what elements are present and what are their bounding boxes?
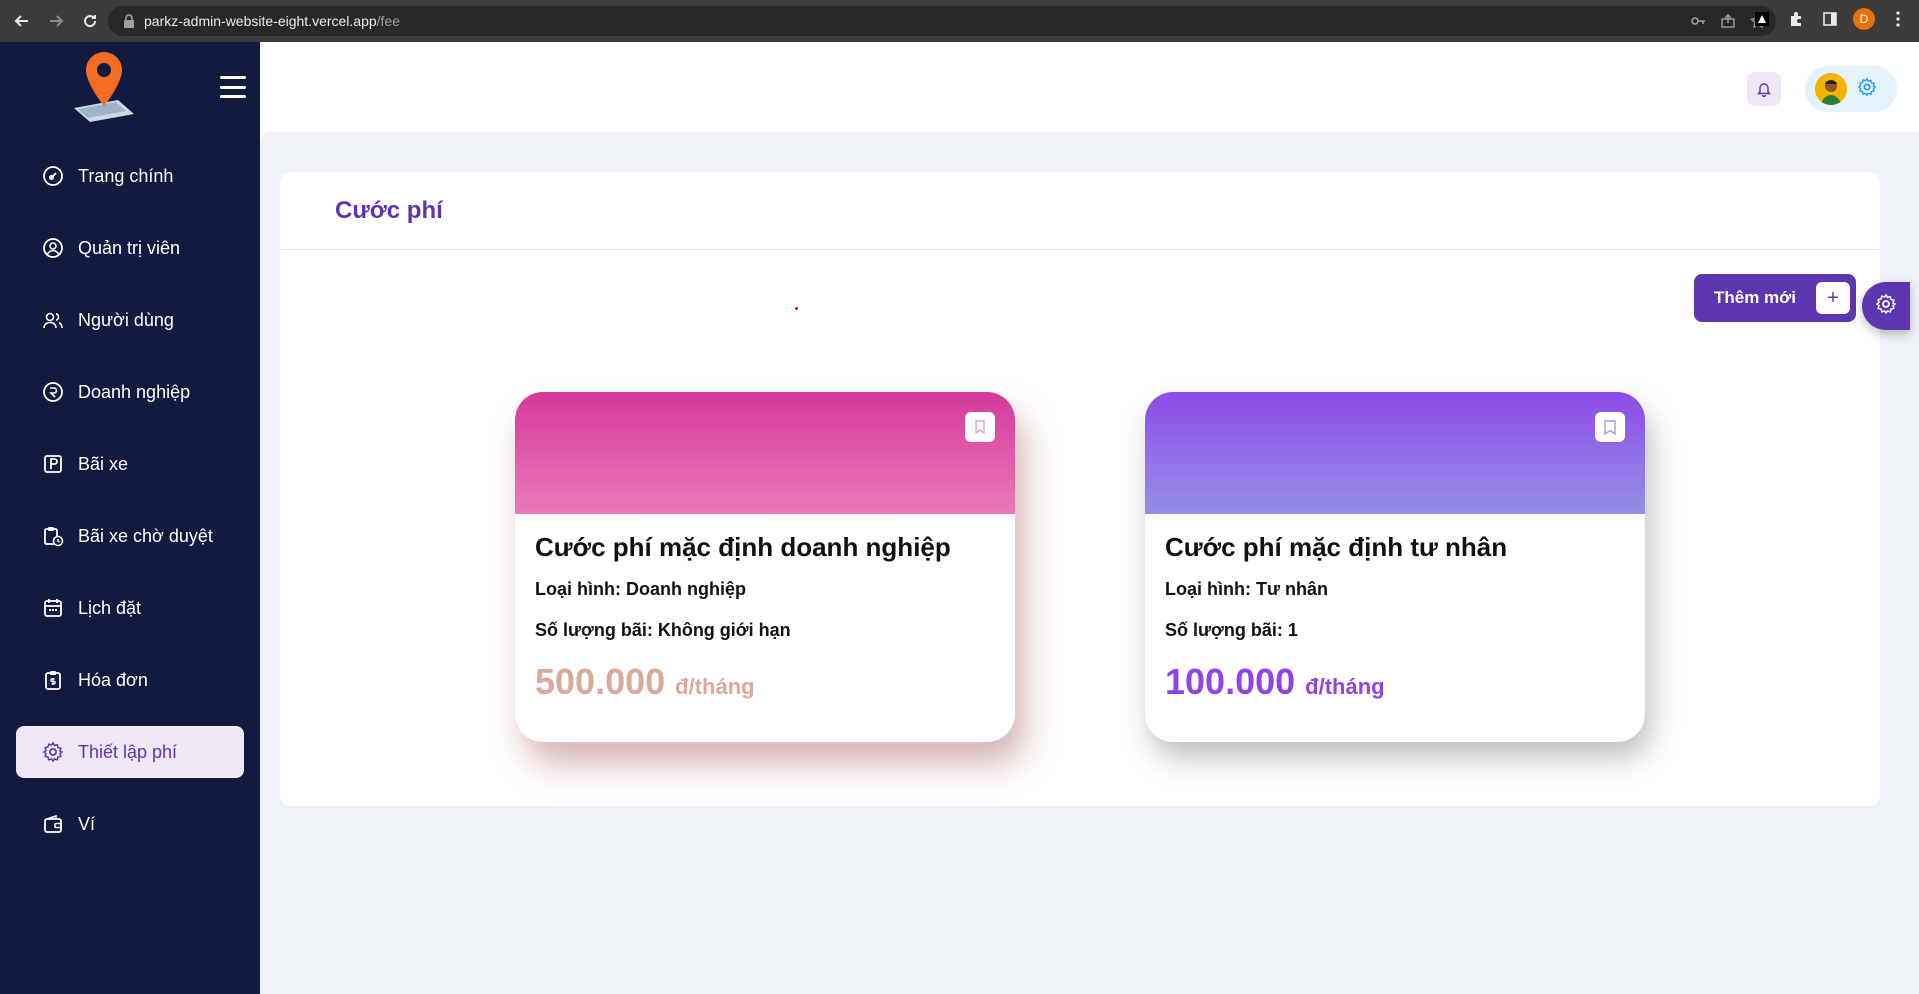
gear-icon[interactable] — [1857, 77, 1877, 102]
card-header: Cước phí — [280, 172, 1880, 250]
sidebar-item-users[interactable]: Người dùng — [16, 294, 244, 346]
lock-icon — [122, 14, 136, 28]
sidebar-item-label: Thiết lập phí — [78, 741, 178, 762]
logo — [68, 48, 138, 126]
reload-icon[interactable] — [78, 9, 102, 33]
more-vert-icon[interactable] — [1887, 8, 1909, 30]
sidebar-item-label: Doanh nghiệp — [78, 381, 191, 402]
sidebar: Trang chính Quản trị viên Người dùng Doa… — [0, 42, 260, 994]
sidebar-item-parking[interactable]: Bãi xe — [16, 438, 244, 490]
puzzle-icon[interactable] — [1785, 8, 1807, 30]
fee-type: Loại hình: Tư nhân — [1165, 579, 1329, 599]
sidebar-item-fee-settings[interactable]: Thiết lập phí — [16, 726, 244, 778]
sidebar-item-booking[interactable]: Lịch đặt — [16, 582, 244, 634]
fee-name: Cước phí mặc định tư nhân — [1165, 532, 1508, 562]
sidebar-item-wallet[interactable]: Ví — [16, 798, 244, 850]
fee-type: Loại hình: Doanh nghiệp — [535, 579, 746, 599]
fee-unit: đ/tháng — [675, 674, 755, 699]
sidebar-item-label: Trang chính — [78, 165, 174, 186]
decorative-dot — [795, 307, 798, 310]
bookmark-icon[interactable] — [965, 412, 995, 442]
forward-icon[interactable] — [44, 9, 68, 33]
main-content: Cước phí Thêm mới + Cước phí mặc định do… — [260, 132, 1919, 994]
users-icon — [42, 309, 64, 331]
extension-icon[interactable] — [1751, 8, 1773, 30]
sidebar-item-business[interactable]: Doanh nghiệp — [16, 366, 244, 418]
fee-card-business[interactable]: Cước phí mặc định doanh nghiệp Loại hình… — [515, 392, 1015, 742]
hamburger-menu-icon[interactable] — [220, 76, 246, 98]
fee-parking-count: Số lượng bãi: 1 — [1165, 620, 1298, 640]
business-icon — [42, 381, 64, 403]
fee-parking-count: Số lượng bãi: Không giới hạn — [535, 620, 791, 640]
sidebar-menu: Trang chính Quản trị viên Người dùng Doa… — [16, 150, 244, 870]
calendar-icon — [42, 597, 64, 619]
sidebar-item-label: Quản trị viên — [78, 237, 181, 258]
bookmark-icon[interactable] — [1595, 412, 1625, 442]
key-icon[interactable] — [1688, 11, 1708, 31]
fee-card-banner — [1145, 392, 1645, 514]
add-new-label: Thêm mới — [1714, 288, 1796, 307]
fee-page-card: Cước phí Thêm mới + Cước phí mặc định do… — [280, 172, 1880, 806]
plus-icon: + — [1816, 282, 1850, 314]
sidebar-item-admins[interactable]: Quản trị viên — [16, 222, 244, 274]
fee-price: 100.000 — [1165, 661, 1296, 702]
profile-chip[interactable] — [1805, 66, 1897, 112]
sidebar-item-dashboard[interactable]: Trang chính — [16, 150, 244, 202]
sidebar-item-label: Lịch đặt — [78, 597, 142, 618]
fee-card-private[interactable]: Cước phí mặc định tư nhân Loại hình: Tư … — [1145, 392, 1645, 742]
wallet-icon — [42, 813, 64, 835]
admin-user-icon — [42, 237, 64, 259]
gear-icon — [1875, 293, 1897, 320]
sidebar-item-label: Ví — [78, 813, 96, 834]
dashboard-icon — [42, 165, 64, 187]
notification-bell-icon[interactable] — [1747, 72, 1781, 106]
gear-icon — [42, 741, 64, 763]
avatar — [1815, 73, 1847, 105]
url-host: parkz-admin-website-eight.vercel.app — [144, 13, 377, 29]
sidebar-item-label: Bãi xe chờ duyệt — [78, 525, 213, 546]
side-panel-icon[interactable] — [1819, 8, 1841, 30]
fee-unit: đ/tháng — [1305, 674, 1385, 699]
address-bar[interactable]: parkz-admin-website-eight.vercel.app/fee — [108, 6, 1776, 36]
back-icon[interactable] — [10, 9, 34, 33]
fee-price: 500.000 — [535, 661, 666, 702]
sidebar-item-invoice[interactable]: Hóa đơn — [16, 654, 244, 706]
sidebar-item-label: Người dùng — [78, 309, 174, 330]
browser-profile-avatar[interactable]: D — [1853, 8, 1875, 30]
page-title: Cước phí — [335, 196, 443, 224]
sidebar-item-pending-parking[interactable]: Bãi xe chờ duyệt — [16, 510, 244, 562]
url-path: /fee — [376, 13, 401, 29]
floating-settings-button[interactable] — [1862, 282, 1910, 330]
share-icon[interactable] — [1718, 11, 1738, 31]
parking-icon — [42, 453, 64, 475]
browser-toolbar: parkz-admin-website-eight.vercel.app/fee… — [0, 0, 1919, 42]
sidebar-item-label: Hóa đơn — [78, 669, 148, 690]
clipboard-clock-icon — [42, 525, 64, 547]
fee-card-banner — [515, 392, 1015, 514]
fee-name: Cước phí mặc định doanh nghiệp — [535, 532, 951, 562]
top-header — [260, 42, 1919, 132]
invoice-icon — [42, 669, 64, 691]
add-new-button[interactable]: Thêm mới + — [1694, 274, 1856, 322]
sidebar-item-label: Bãi xe — [78, 453, 129, 474]
